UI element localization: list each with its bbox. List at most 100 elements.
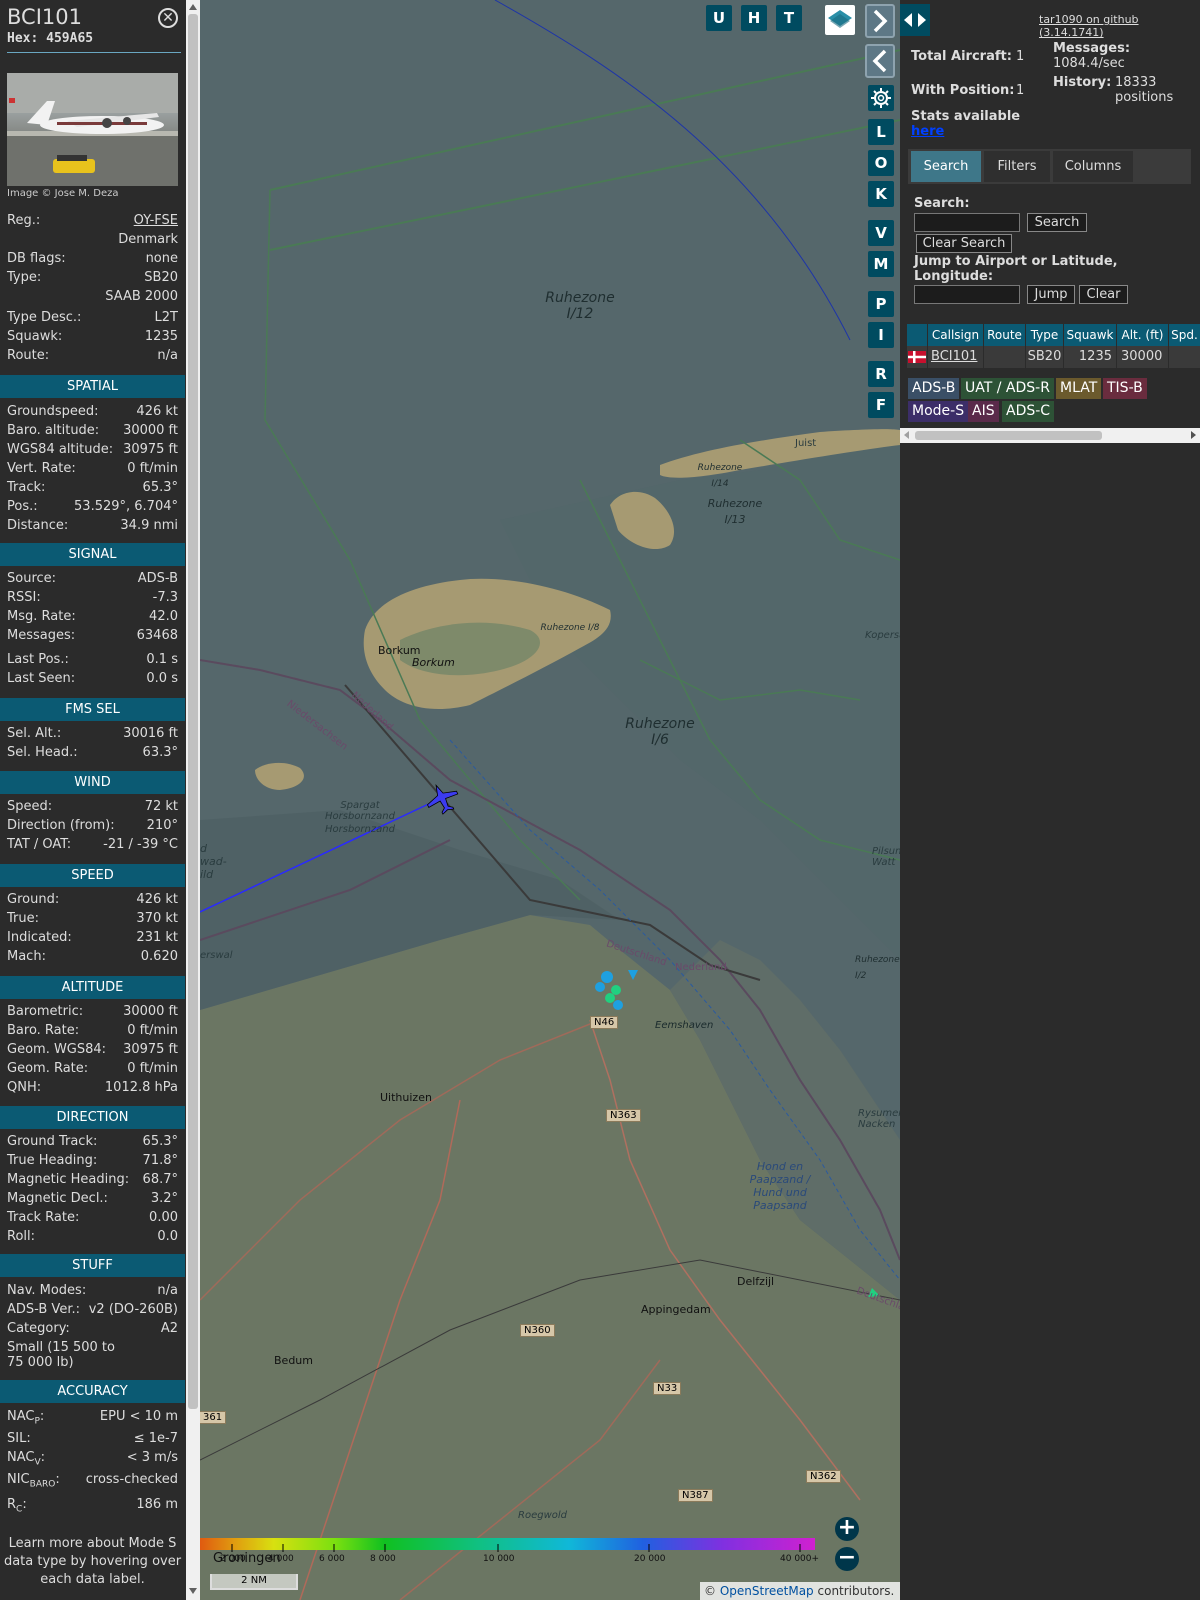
search-label: Search: (914, 196, 970, 211)
clear-jump-button[interactable]: Clear (1079, 285, 1128, 304)
map-button-u[interactable]: U (706, 5, 732, 31)
detail-label: Ground Track: (7, 1134, 98, 1149)
map-button-v[interactable]: V (868, 220, 894, 246)
search-input[interactable] (914, 213, 1020, 232)
clear-search-button[interactable]: Clear Search (916, 234, 1012, 253)
accuracy-label-text: R (7, 1497, 17, 1512)
detail-value: SB20 (144, 270, 178, 285)
detail-label: Baro. Rate: (7, 1023, 80, 1038)
detail-value: 210° (146, 818, 178, 833)
collapse-sidebar-button[interactable] (865, 44, 895, 78)
tab-filters[interactable]: Filters (984, 151, 1050, 182)
section-header-direction[interactable]: DIRECTION (0, 1106, 185, 1129)
accuracy-label-text: NAC (7, 1409, 35, 1424)
scroll-up-arrow-icon[interactable] (189, 4, 197, 10)
detail-value: 426 kt (136, 892, 178, 907)
detail-row: Type: SB20 (7, 270, 178, 289)
tab-search[interactable]: Search (911, 151, 981, 182)
search-button[interactable]: Search (1027, 213, 1087, 232)
column-header-altitude[interactable]: Alt. (ft) (1117, 324, 1168, 346)
column-header-flag[interactable] (907, 324, 927, 346)
osm-link[interactable]: OpenStreetMap (720, 1584, 814, 1598)
section-header-altitude[interactable]: ALTITUDE (0, 976, 185, 999)
column-header-speed[interactable]: Spd. (1169, 324, 1200, 346)
zoom-out-button[interactable]: − (835, 1547, 859, 1571)
map-button-p[interactable]: P (868, 291, 894, 317)
section-header-accuracy[interactable]: ACCURACY (0, 1380, 185, 1403)
legend-ads-c[interactable]: ADS-C (1002, 401, 1055, 422)
sidebar-scrollbar-thumb[interactable] (188, 14, 198, 1409)
github-link[interactable]: tar1090 on github (3.14.1741) (1039, 13, 1200, 39)
detail-label: Last Pos.: (7, 652, 69, 667)
detail-value: 0.620 (140, 949, 178, 964)
map-label-ruhezone-2: Ruhezone I/2 (855, 955, 900, 981)
detail-row: Speed: 72 kt (7, 799, 178, 818)
layers-button[interactable] (825, 5, 855, 35)
detail-label: True Heading: (7, 1153, 98, 1168)
detail-label: Vert. Rate: (7, 461, 76, 476)
map-button-r[interactable]: R (868, 361, 894, 387)
detail-label: Distance: (7, 518, 69, 533)
title-divider (7, 52, 181, 53)
legend-ads-b[interactable]: ADS-B (908, 378, 960, 399)
column-header-squawk[interactable]: Squawk (1064, 324, 1116, 346)
total-aircraft-label: Total Aircraft: (911, 49, 1012, 64)
detail-row: Geom. WGS84: 30975 ft (7, 1042, 178, 1061)
section-header-speed[interactable]: SPEED (0, 864, 185, 887)
detail-value: 0.0 (157, 1229, 178, 1244)
map-button-l[interactable]: L (868, 119, 894, 145)
scroll-down-arrow-icon[interactable] (189, 1588, 197, 1594)
toggle-layout-button[interactable] (900, 4, 930, 36)
altitude-scale-label: 2 000 (220, 1554, 246, 1564)
detail-value: 3.2° (150, 1191, 178, 1206)
map-view[interactable]: Ruhezone I/12 Ruhezone I/6 Ruhezone I/13… (200, 0, 900, 1600)
sidebar-scrollbar[interactable] (186, 0, 200, 1600)
map-button-k[interactable]: K (868, 181, 894, 207)
legend-mlat[interactable]: MLAT (1056, 378, 1102, 399)
section-header-signal[interactable]: SIGNAL (0, 543, 185, 566)
map-button-h[interactable]: H (741, 5, 767, 31)
section-header-fms-sel[interactable]: FMS SEL (0, 698, 185, 721)
zoom-in-button[interactable]: + (835, 1517, 859, 1541)
map-button-f[interactable]: F (868, 392, 894, 418)
detail-row: DB flags: none (7, 251, 178, 270)
expand-sidebar-button[interactable] (865, 4, 895, 38)
map-button-o[interactable]: O (868, 150, 894, 176)
detail-label: Type Desc.: (7, 310, 82, 325)
detail-value: n/a (157, 1283, 178, 1298)
map-button-t[interactable]: T (776, 5, 802, 31)
section-header-wind[interactable]: WIND (0, 771, 185, 794)
section-header-stuff[interactable]: STUFF (0, 1254, 185, 1277)
jump-button[interactable]: Jump (1027, 285, 1075, 304)
table-scrollbar-thumb[interactable] (915, 431, 1102, 440)
legend-ais[interactable]: AIS (968, 401, 999, 422)
detail-row: Roll: 0.0 (7, 1229, 178, 1248)
section-header-spatial[interactable]: SPATIAL (0, 375, 185, 398)
tab-columns[interactable]: Columns (1053, 151, 1133, 182)
stats-link[interactable]: here (911, 124, 944, 139)
map-button-m[interactable]: M (868, 251, 894, 277)
column-header-callsign[interactable]: Callsign (928, 324, 983, 346)
road-label-361: 361 (200, 1411, 227, 1424)
map-button-i[interactable]: I (868, 322, 894, 348)
detail-value: 0 ft/min (127, 1023, 178, 1038)
settings-button[interactable] (868, 85, 894, 111)
column-header-route[interactable]: Route (984, 324, 1025, 346)
map-label-nederland-2: Nederland (675, 962, 727, 973)
detail-row: Last Pos.: 0.1 s (7, 652, 178, 671)
legend-mode-s[interactable]: Mode-S (908, 401, 969, 422)
scroll-left-arrow-icon[interactable] (904, 431, 909, 439)
legend-tis-b[interactable]: TIS-B (1103, 378, 1147, 399)
close-icon[interactable]: ✕ (158, 8, 178, 28)
registration-link[interactable]: OY-FSE (134, 213, 178, 228)
detail-row: NICBARO: cross-checked (7, 1472, 178, 1491)
table-horizontal-scrollbar[interactable] (900, 428, 1200, 443)
callsign-cell[interactable]: BCI101 (928, 346, 983, 368)
accuracy-label-text: NIC (7, 1472, 30, 1487)
aircraft-photo[interactable] (7, 73, 178, 186)
legend-uat-ads-r[interactable]: UAT / ADS-R (961, 378, 1054, 399)
detail-row: Denmark (7, 232, 178, 251)
column-header-type[interactable]: Type (1026, 324, 1063, 346)
scroll-right-arrow-icon[interactable] (1191, 431, 1196, 439)
jump-input[interactable] (914, 285, 1020, 304)
